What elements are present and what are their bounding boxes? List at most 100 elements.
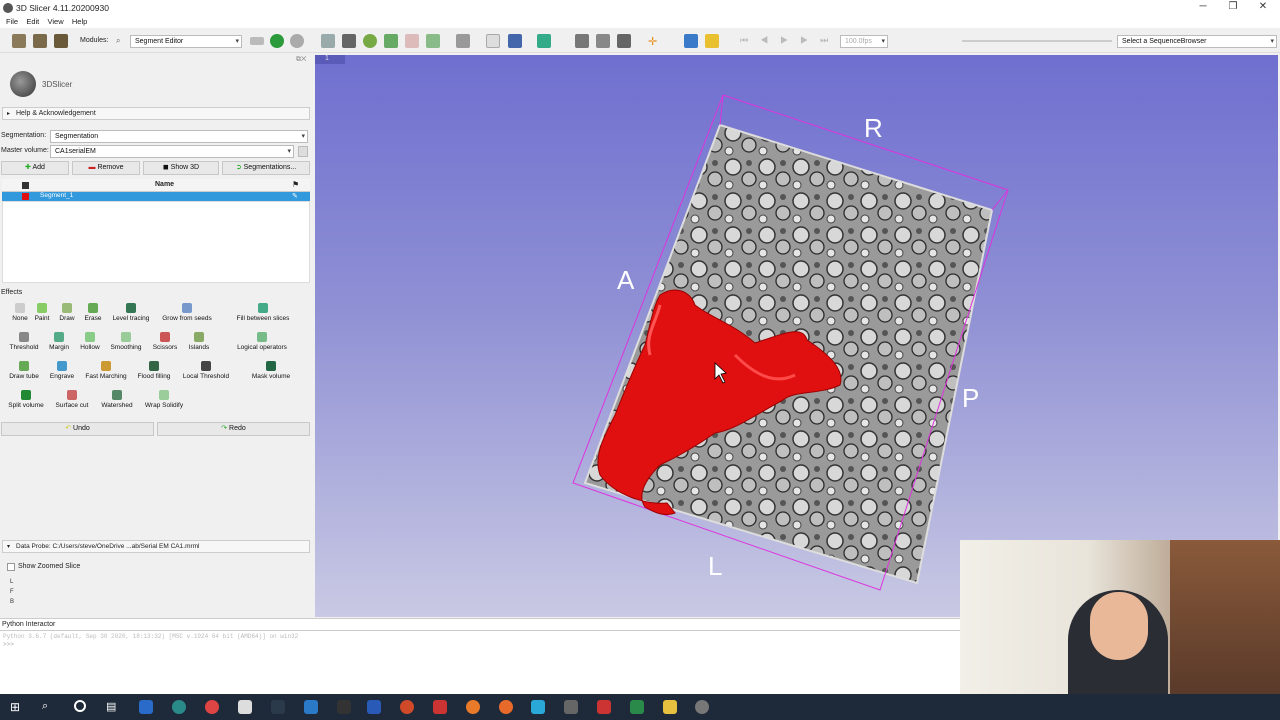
module-selector[interactable]: Segment Editor: [130, 35, 242, 48]
effect-split-volume[interactable]: Split volume: [6, 390, 46, 416]
data-probe-section[interactable]: ▾ Data Probe: C:/Users/steve/OneDrive ..…: [2, 540, 310, 553]
app-icon-14[interactable]: [564, 700, 578, 714]
show-zoomed-checkbox[interactable]: [7, 563, 15, 571]
menu-help[interactable]: Help: [72, 16, 87, 28]
fps-spinbox[interactable]: 100.0fps: [840, 35, 888, 48]
menu-view[interactable]: View: [48, 16, 64, 28]
app-icon-7[interactable]: [337, 700, 351, 714]
segmentation-select[interactable]: Segmentation: [50, 130, 308, 143]
editor-icon[interactable]: [426, 34, 440, 48]
show-3d-button[interactable]: ◼ Show 3D: [143, 161, 219, 175]
3d-view[interactable]: 1 R A P L: [315, 55, 1278, 617]
task-view-icon[interactable]: ▤: [106, 700, 116, 713]
master-volume-select[interactable]: CA1serialEM: [50, 145, 294, 158]
remove-segment-button[interactable]: ▬ Remove: [72, 161, 140, 175]
layout-icon[interactable]: [456, 34, 470, 48]
forward-icon[interactable]: [290, 34, 304, 48]
module-panel: 3DSlicer ⧉✕ ▸ Help & Acknowledgement Seg…: [0, 55, 314, 617]
python-prompt[interactable]: >>>: [3, 641, 14, 648]
place-mode-icon[interactable]: [537, 34, 551, 48]
chrome-icon[interactable]: [205, 700, 219, 714]
volumes-icon[interactable]: [342, 34, 356, 48]
menu-file[interactable]: File: [6, 16, 18, 28]
volume-render[interactable]: [315, 55, 1278, 617]
python-icon[interactable]: [705, 34, 719, 48]
transforms-icon[interactable]: [384, 34, 398, 48]
select-cursor-icon[interactable]: [486, 34, 500, 48]
store-icon[interactable]: [238, 700, 252, 714]
effect-watershed[interactable]: Watershed: [97, 390, 137, 416]
master-volume-button[interactable]: [298, 146, 308, 157]
load-data-icon[interactable]: [12, 34, 26, 48]
sequence-slider[interactable]: [962, 40, 1112, 42]
app-icon-13[interactable]: [531, 700, 545, 714]
data-module-icon[interactable]: [321, 34, 335, 48]
effect-level-tracing[interactable]: Level tracing: [108, 303, 154, 329]
markups-icon[interactable]: [405, 34, 419, 48]
effect-logical-operators[interactable]: Logical operators: [232, 332, 292, 358]
effect-local-threshold[interactable]: Local Threshold: [180, 361, 232, 387]
restore-icon[interactable]: ❐: [1224, 1, 1242, 12]
effect-fast-marching[interactable]: Fast Marching: [82, 361, 130, 387]
probe-letter-b: B: [10, 599, 15, 605]
app-icon-10[interactable]: [433, 700, 447, 714]
help-section[interactable]: ▸ Help & Acknowledgement: [2, 107, 310, 120]
effect-grow-from-seeds[interactable]: Grow from seeds: [158, 303, 216, 329]
segmentations-button[interactable]: ➲ Segmentations...: [222, 161, 310, 175]
effect-erase[interactable]: Erase: [73, 303, 113, 329]
segment-name[interactable]: Segment_1: [40, 192, 73, 199]
dicom-icon[interactable]: [33, 34, 47, 48]
word-icon[interactable]: [367, 700, 381, 714]
file-explorer-icon[interactable]: [663, 700, 677, 714]
effect-fill-between-slices[interactable]: Fill between slices: [232, 303, 294, 329]
sequence-browser-select[interactable]: Select a SequenceBrowser: [1117, 35, 1277, 48]
save-icon[interactable]: [54, 34, 68, 48]
module-search-icon[interactable]: ⌕: [116, 36, 120, 46]
effect-flood-filling[interactable]: Flood filling: [134, 361, 174, 387]
close-icon[interactable]: ✕: [1254, 1, 1272, 12]
module-history-icon[interactable]: [250, 37, 264, 45]
models-icon[interactable]: [363, 34, 377, 48]
edit-icon[interactable]: ✎: [292, 192, 298, 200]
segments-table-body: [2, 201, 310, 283]
app-icon-5[interactable]: [271, 700, 285, 714]
menu-edit[interactable]: Edit: [26, 16, 39, 28]
effect-islands[interactable]: Islands: [179, 332, 219, 358]
app-icon-15[interactable]: [597, 700, 611, 714]
redo-button[interactable]: ↷ Redo: [157, 422, 310, 436]
segment-row[interactable]: Segment_1 ✎: [2, 192, 310, 201]
minimize-icon[interactable]: ─: [1194, 1, 1212, 12]
effect-wrap-solidify[interactable]: Wrap Solidify: [140, 390, 188, 416]
scene-view-icon[interactable]: [596, 34, 610, 48]
effect-engrave[interactable]: Engrave: [42, 361, 82, 387]
place-fiducial-icon[interactable]: [508, 34, 522, 48]
effect-hollow[interactable]: Hollow: [70, 332, 110, 358]
search-icon[interactable]: ⌕: [42, 700, 48, 713]
powerpoint-icon[interactable]: [400, 700, 414, 714]
effect-draw-tube[interactable]: Draw tube: [4, 361, 44, 387]
effect-surface-cut[interactable]: Surface cut: [52, 390, 92, 416]
outlook-icon[interactable]: [139, 700, 153, 714]
view-icon[interactable]: [617, 34, 631, 48]
arrow-icon: ➲: [235, 164, 244, 171]
blender-icon[interactable]: [466, 700, 480, 714]
effect-mask-volume[interactable]: Mask volume: [248, 361, 294, 387]
undo-button[interactable]: ↶ Undo: [1, 422, 154, 436]
app-icon-16[interactable]: [630, 700, 644, 714]
slicer-taskbar-icon[interactable]: [695, 700, 709, 714]
mail-icon[interactable]: [304, 700, 318, 714]
extension-manager-icon[interactable]: [684, 34, 698, 48]
crosshair-icon[interactable]: ✛: [648, 35, 657, 48]
back-icon[interactable]: [270, 34, 284, 48]
sequence-controls[interactable]: ⏮◀▶▶⏭: [740, 35, 840, 46]
app-icon-12[interactable]: [499, 700, 513, 714]
panel-float-icon[interactable]: ⧉✕: [296, 56, 306, 64]
windows-start-icon[interactable]: ⊞: [10, 700, 20, 714]
segment-color-swatch[interactable]: [22, 193, 29, 200]
effect-smoothing[interactable]: Smoothing: [106, 332, 146, 358]
effect-threshold[interactable]: Threshold: [4, 332, 44, 358]
edge-icon[interactable]: [172, 700, 186, 714]
screenshot-icon[interactable]: [575, 34, 589, 48]
add-segment-button[interactable]: ✚ Add: [1, 161, 69, 175]
cortana-icon[interactable]: [74, 700, 86, 712]
